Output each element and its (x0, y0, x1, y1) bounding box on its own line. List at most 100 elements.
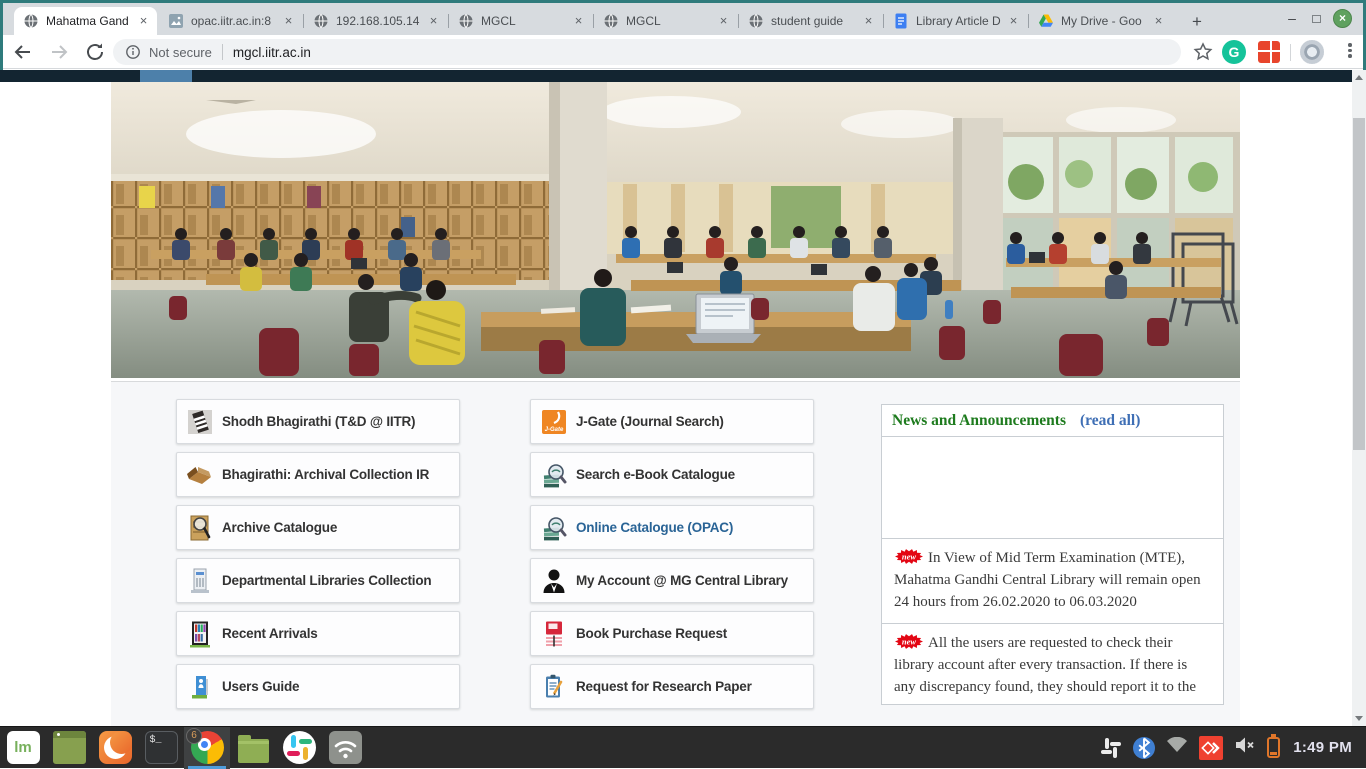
scroll-up-arrow[interactable] (1352, 70, 1366, 85)
link-label: Shodh Bhagirathi (T&D @ IITR) (222, 414, 415, 429)
browser-tab-strip: Mahatma Gand × opac.iitr.ac.in:8 × 192.1… (0, 3, 1366, 35)
tab-my-drive[interactable]: My Drive - Goo × (1029, 7, 1172, 35)
tab-mgcl-2[interactable]: MGCL × (594, 7, 737, 35)
google-drive-icon (1038, 13, 1054, 29)
info-icon[interactable] (125, 44, 141, 60)
news-title: News and Announcements (892, 412, 1066, 430)
tab-close-icon[interactable]: × (861, 14, 876, 29)
link-book-purchase-request[interactable]: Book Purchase Request (530, 611, 814, 656)
search-books-icon (541, 461, 567, 489)
new-badge-icon: new (894, 549, 924, 564)
taskbar-clock[interactable]: 1:49 PM (1291, 739, 1358, 756)
linux-mint-icon: lm (7, 731, 40, 764)
tab-title: student guide (771, 14, 861, 28)
link-departmental-libraries[interactable]: Departmental Libraries Collection (176, 558, 460, 603)
link-jgate[interactable]: J-Gate J-Gate (Journal Search) (530, 399, 814, 444)
site-navbar-active-item[interactable] (140, 70, 192, 82)
toolbar-separator (1290, 44, 1291, 61)
window-minimize-button[interactable]: – (1283, 10, 1301, 28)
link-label: Users Guide (222, 679, 299, 694)
tab-student-guide[interactable]: student guide × (739, 7, 882, 35)
tab-title: Mahatma Gand (46, 14, 136, 28)
chrome-launcher[interactable]: 6 (184, 727, 230, 769)
link-recent-arrivals[interactable]: Recent Arrivals (176, 611, 460, 656)
window-close-button[interactable]: × (1333, 9, 1352, 28)
scroll-down-arrow[interactable] (1352, 711, 1366, 726)
forward-button[interactable] (48, 41, 70, 63)
link-users-guide[interactable]: Users Guide (176, 664, 460, 709)
globe-icon (603, 13, 619, 29)
network-app-launcher[interactable] (322, 727, 368, 769)
slack-tray-icon[interactable] (1100, 737, 1122, 759)
news-item: newAll the users are requested to check … (882, 623, 1223, 704)
tab-opac[interactable]: opac.iitr.ac.in:8 × (159, 7, 302, 35)
link-online-catalogue-opac[interactable]: Online Catalogue (OPAC) (530, 505, 814, 550)
link-my-account[interactable]: My Account @ MG Central Library (530, 558, 814, 603)
security-label: Not secure (149, 45, 212, 60)
grammarly-extension-icon[interactable]: G (1222, 40, 1246, 64)
globe-icon (313, 13, 329, 29)
tab-mgcl-1[interactable]: MGCL × (449, 7, 592, 35)
tab-close-icon[interactable]: × (1151, 14, 1166, 29)
tab-close-icon[interactable]: × (716, 14, 731, 29)
link-request-research-paper[interactable]: Request for Research Paper (530, 664, 814, 709)
link-label: Departmental Libraries Collection (222, 573, 431, 588)
tab-close-icon[interactable]: × (1006, 14, 1021, 29)
news-item-text: In View of Mid Term Examination (MTE), M… (894, 550, 1201, 610)
profile-avatar[interactable] (1300, 40, 1324, 64)
thesis-book-icon (187, 408, 213, 436)
read-all-link[interactable]: (read all) (1080, 412, 1140, 430)
window-restore-button[interactable] (1307, 10, 1325, 28)
scrollbar-thumb[interactable] (1353, 118, 1365, 450)
show-desktop-button[interactable] (46, 727, 92, 769)
anydesk-icon[interactable] (1199, 736, 1223, 760)
tab-library-article[interactable]: Library Article D × (884, 7, 1027, 35)
google-docs-icon (893, 13, 909, 29)
wifi-tray-icon[interactable] (1166, 737, 1188, 758)
link-bhagirathi-archival[interactable]: Bhagirathi: Archival Collection IR (176, 452, 460, 497)
browser-menu-icon[interactable] (1342, 41, 1358, 63)
link-shodh-bhagirathi[interactable]: Shodh Bhagirathi (T&D @ IITR) (176, 399, 460, 444)
back-button[interactable] (12, 41, 34, 63)
page-content: Shodh Bhagirathi (T&D @ IITR) Bhagirathi… (111, 381, 1240, 726)
bluetooth-icon[interactable] (1133, 737, 1155, 759)
tab-mahatma-gandhi-library[interactable]: Mahatma Gand × (14, 7, 157, 35)
mint-menu-button[interactable]: lm (0, 727, 46, 769)
browser-toolbar: Not secure mgcl.iitr.ac.in G (0, 35, 1366, 69)
chrome-notification-badge: 6 (186, 728, 202, 744)
tab-close-icon[interactable]: × (571, 14, 586, 29)
tab-title: Library Article D (916, 14, 1006, 28)
link-search-ebook-catalogue[interactable]: Search e-Book Catalogue (530, 452, 814, 497)
slack-launcher[interactable] (276, 727, 322, 769)
tab-title: MGCL (626, 14, 716, 28)
page-scrollbar[interactable] (1352, 70, 1366, 726)
wifi-app-icon (329, 731, 362, 764)
tab-ip-address[interactable]: 192.168.105.14 × (304, 7, 447, 35)
svg-text:J-Gate: J-Gate (545, 427, 564, 433)
svg-text:new: new (902, 637, 917, 647)
archive-box-icon (187, 461, 213, 489)
news-panel: News and Announcements (read all) newIn … (881, 404, 1224, 705)
system-tray: 1:49 PM (1100, 736, 1366, 760)
orange-extension-icon[interactable] (1258, 41, 1280, 63)
guide-kiosk-icon (187, 673, 213, 701)
news-marquee-spacer (882, 437, 1223, 539)
omnibox-divider (222, 44, 223, 60)
new-tab-button[interactable]: + (1185, 11, 1209, 35)
tab-close-icon[interactable]: × (136, 14, 151, 29)
volume-muted-icon[interactable] (1234, 736, 1256, 759)
slack-icon (283, 731, 316, 764)
address-bar[interactable]: Not secure mgcl.iitr.ac.in (113, 39, 1181, 65)
terminal-launcher[interactable]: $_ (138, 727, 184, 769)
tab-close-icon[interactable]: × (426, 14, 441, 29)
firefox-launcher[interactable] (92, 727, 138, 769)
link-archive-catalogue[interactable]: Archive Catalogue (176, 505, 460, 550)
globe-icon (748, 13, 764, 29)
archive-search-icon (187, 514, 213, 542)
tab-close-icon[interactable]: × (281, 14, 296, 29)
battery-icon[interactable] (1267, 737, 1280, 758)
window-border-top (0, 0, 1366, 3)
reload-button[interactable] (84, 41, 106, 63)
file-manager-launcher[interactable] (230, 727, 276, 769)
bookmark-star-icon[interactable] (1192, 41, 1214, 63)
